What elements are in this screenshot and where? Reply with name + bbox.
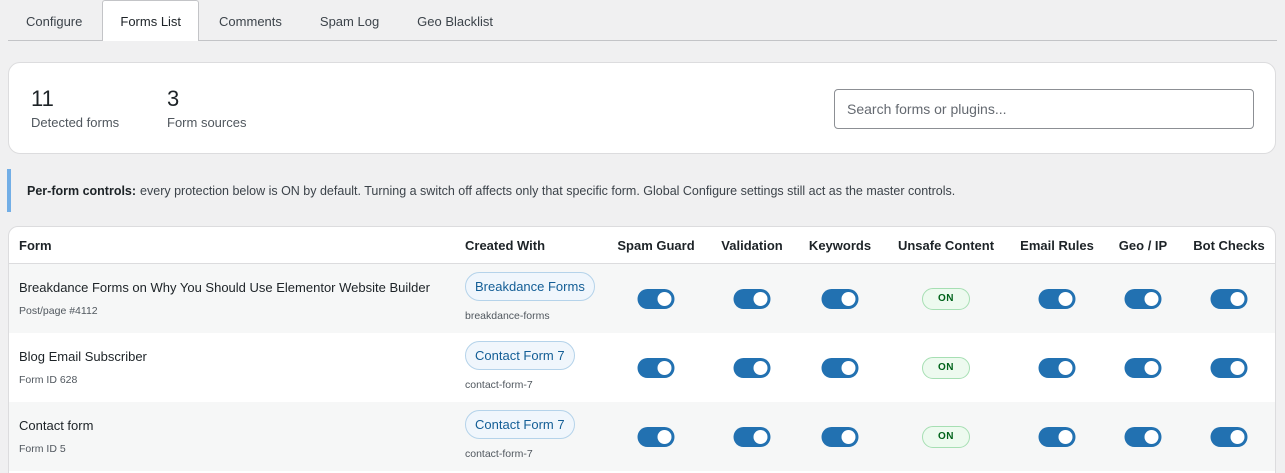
- geo-ip-toggle[interactable]: [1124, 289, 1162, 309]
- stat-sources-label: Form sources: [167, 115, 247, 130]
- toggle-knob: [657, 430, 672, 444]
- form-title: Blog Email Subscriber: [19, 349, 147, 364]
- toggle-knob: [1058, 292, 1073, 306]
- spam-guard-toggle[interactable]: [637, 289, 675, 309]
- toggle-knob: [841, 292, 856, 306]
- th-geo-ip: Geo / IP: [1118, 238, 1168, 253]
- th-keywords: Keywords: [808, 238, 872, 253]
- toggle-knob: [1144, 292, 1159, 306]
- form-subtitle: Post/page #4112: [19, 305, 98, 317]
- stat-detected-forms: 11 Detected forms: [31, 85, 119, 130]
- toggle-knob: [841, 430, 856, 444]
- toggle-knob: [1230, 430, 1245, 444]
- toggle-knob: [753, 430, 768, 444]
- form-subtitle: Form ID 5: [19, 443, 66, 455]
- email-rules-toggle[interactable]: [1038, 358, 1076, 378]
- table-header: Form Created With Spam Guard Validation …: [9, 227, 1275, 264]
- stat-detected-label: Detected forms: [31, 115, 120, 130]
- tab-forms-list[interactable]: Forms List: [102, 0, 200, 41]
- stat-sources-value: 3: [167, 86, 180, 111]
- toggle-knob: [1144, 430, 1159, 444]
- th-unsafe-content: Unsafe Content: [897, 238, 995, 253]
- form-title: Breakdance Forms on Why You Should Use E…: [19, 280, 430, 295]
- th-form: Form: [19, 238, 52, 253]
- forms-table: Form Created With Spam Guard Validation …: [8, 226, 1276, 473]
- plugin-badge: Breakdance Forms: [465, 272, 595, 301]
- keywords-toggle[interactable]: [821, 289, 859, 309]
- form-title: Contact form: [19, 418, 94, 433]
- toggle-knob: [1230, 361, 1245, 375]
- th-email-rules: Email Rules: [1020, 238, 1094, 253]
- email-rules-toggle[interactable]: [1038, 289, 1076, 309]
- keywords-toggle[interactable]: [821, 427, 859, 447]
- tab-bar: Configure Forms List Comments Spam Log G…: [8, 0, 1277, 41]
- toggle-knob: [1230, 292, 1245, 306]
- validation-toggle[interactable]: [733, 289, 771, 309]
- toggle-knob: [1144, 361, 1159, 375]
- search-input[interactable]: [834, 89, 1254, 129]
- unsafe-content-on-badge[interactable]: ON: [922, 426, 970, 448]
- toggle-knob: [753, 361, 768, 375]
- toggle-knob: [657, 361, 672, 375]
- spam-guard-toggle[interactable]: [637, 427, 675, 447]
- geo-ip-toggle[interactable]: [1124, 427, 1162, 447]
- tab-comments[interactable]: Comments: [201, 2, 300, 40]
- spam-guard-toggle[interactable]: [637, 358, 675, 378]
- th-created-with: Created With: [465, 238, 546, 253]
- unsafe-content-on-badge[interactable]: ON: [922, 357, 970, 379]
- notice-bold: Per-form controls:: [27, 183, 137, 198]
- table-row: Contact form Form ID 5 Contact Form 7 co…: [9, 402, 1275, 471]
- per-form-notice: Per-form controls: every protection belo…: [7, 169, 1277, 212]
- validation-toggle[interactable]: [733, 358, 771, 378]
- plugin-slug: contact-form-7: [465, 448, 533, 460]
- bot-checks-toggle[interactable]: [1210, 427, 1248, 447]
- toggle-knob: [1058, 361, 1073, 375]
- form-subtitle: Form ID 628: [19, 374, 78, 386]
- plugin-badge: Contact Form 7: [465, 410, 575, 439]
- unsafe-content-on-badge[interactable]: ON: [922, 288, 970, 310]
- toggle-knob: [841, 361, 856, 375]
- table-row: Blog Email Subscriber Form ID 628 Contac…: [9, 333, 1275, 402]
- th-validation: Validation: [721, 238, 783, 253]
- th-spam-guard: Spam Guard: [617, 238, 695, 253]
- toggle-knob: [753, 292, 768, 306]
- bot-checks-toggle[interactable]: [1210, 289, 1248, 309]
- plugin-slug: breakdance-forms: [465, 310, 550, 322]
- toggle-knob: [657, 292, 672, 306]
- tab-spam-log[interactable]: Spam Log: [302, 2, 397, 40]
- notice-text: every protection below is ON by default.…: [140, 183, 956, 198]
- tab-geo-blacklist[interactable]: Geo Blacklist: [399, 2, 511, 40]
- email-rules-toggle[interactable]: [1038, 427, 1076, 447]
- stat-detected-value: 11: [31, 86, 54, 111]
- validation-toggle[interactable]: [733, 427, 771, 447]
- tab-configure[interactable]: Configure: [8, 2, 100, 40]
- plugin-badge: Contact Form 7: [465, 341, 575, 370]
- keywords-toggle[interactable]: [821, 358, 859, 378]
- plugin-slug: contact-form-7: [465, 379, 533, 391]
- geo-ip-toggle[interactable]: [1124, 358, 1162, 378]
- stats-card: 11 Detected forms 3 Form sources: [8, 62, 1276, 154]
- stat-form-sources: 3 Form sources: [167, 85, 246, 130]
- th-bot-checks: Bot Checks: [1193, 238, 1265, 253]
- table-row: Breakdance Forms on Why You Should Use E…: [9, 264, 1275, 333]
- toggle-knob: [1058, 430, 1073, 444]
- bot-checks-toggle[interactable]: [1210, 358, 1248, 378]
